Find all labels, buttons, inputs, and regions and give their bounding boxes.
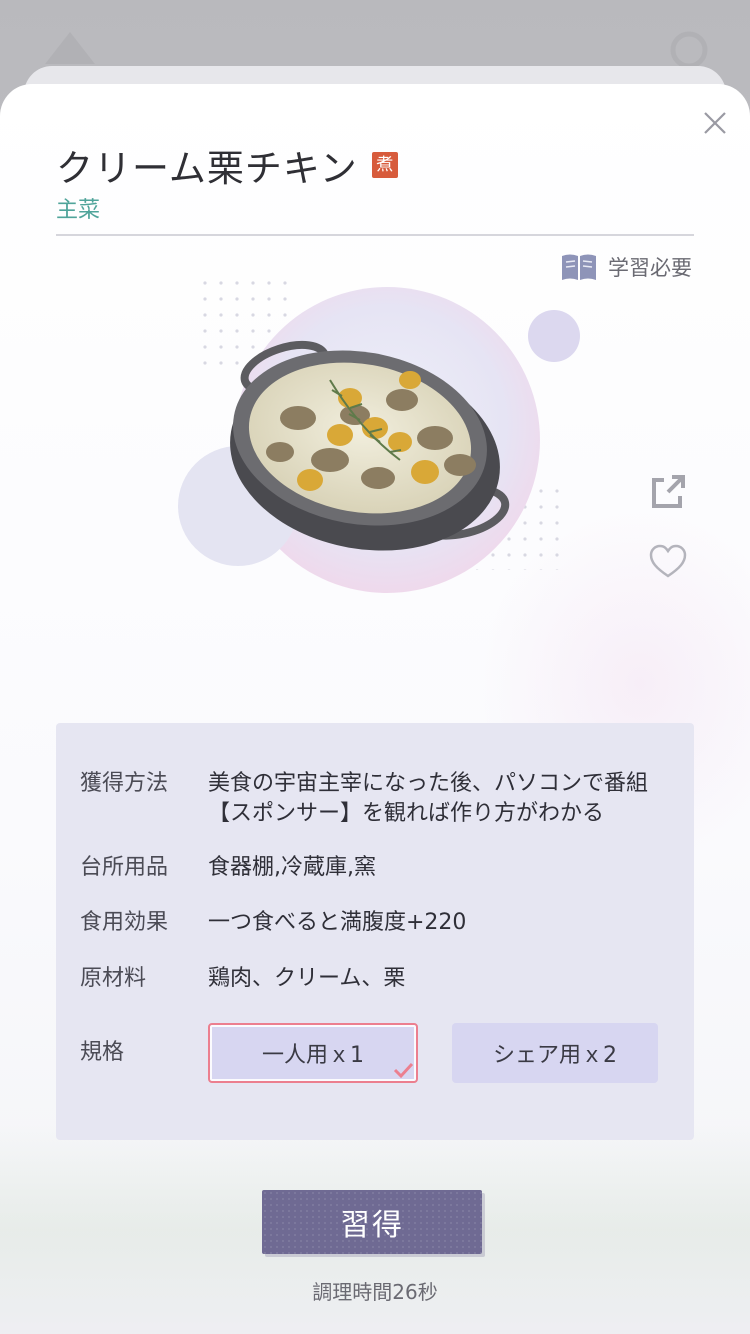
recipe-title: クリーム栗チキン — [56, 147, 358, 190]
spec-label: 規格 — [80, 1040, 125, 1065]
heart-icon[interactable] — [648, 542, 688, 582]
info-row-kitchen: 台所用品 食器棚,冷蔵庫,窯 — [80, 853, 678, 883]
cooking-method-badge: 煮 — [371, 152, 398, 178]
ingredients-label: 原材料 — [80, 966, 147, 991]
recipe-info-panel: 獲得方法 美食の宇宙主宰になった後、パソコンで番組【スポンサー】を観れば作り方が… — [56, 723, 694, 1140]
close-icon[interactable] — [700, 108, 730, 138]
dish-illustration — [178, 280, 580, 593]
cooking-time: 調理時間26秒 — [312, 1280, 438, 1304]
acquire-value: 美食の宇宙主宰になった後、パソコンで番組【スポンサー】を観れば作り方がわかる — [208, 771, 649, 826]
recipe-category: 主菜 — [56, 198, 101, 223]
learn-button-label: 習得 — [340, 1208, 404, 1243]
title-row: クリーム栗チキン 煮 — [56, 138, 398, 192]
info-row-effect: 食用効果 一つ食べると満腹度+220 — [80, 908, 678, 938]
check-icon — [393, 1062, 414, 1079]
learn-button[interactable]: 習得 — [262, 1190, 482, 1254]
home-icon — [45, 32, 95, 64]
spec-option-single-label: 一人用ｘ1 — [262, 1043, 364, 1068]
book-icon — [562, 254, 596, 280]
spec-option-share-label: シェア用ｘ2 — [493, 1043, 617, 1068]
recipe-detail-sheet: クリーム栗チキン 煮 主菜 学習必要 獲得方法 美食の宇宙主宰になった後、パソコ… — [0, 84, 750, 1334]
info-row-acquire: 獲得方法 美食の宇宙主宰になった後、パソコンで番組【スポンサー】を観れば作り方が… — [80, 769, 678, 829]
effect-value: 一つ食べると満腹度+220 — [208, 910, 467, 935]
share-icon[interactable] — [648, 472, 688, 512]
spec-option-share[interactable]: シェア用ｘ2 — [452, 1023, 658, 1083]
spec-option-single[interactable]: 一人用ｘ1 — [208, 1023, 418, 1083]
info-row-spec: 規格 — [80, 1038, 208, 1068]
study-required-label: 学習必要 — [560, 252, 692, 282]
effect-label: 食用効果 — [80, 910, 169, 935]
acquire-label: 獲得方法 — [80, 771, 169, 796]
title-divider — [56, 234, 694, 236]
user-icon — [670, 31, 708, 69]
info-row-ingredients: 原材料 鶏肉、クリーム、栗 — [80, 964, 678, 994]
ingredients-value: 鶏肉、クリーム、栗 — [208, 966, 406, 991]
study-required-text: 学習必要 — [608, 256, 692, 280]
kitchen-label: 台所用品 — [80, 855, 169, 880]
kitchen-value: 食器棚,冷蔵庫,窯 — [208, 855, 376, 880]
